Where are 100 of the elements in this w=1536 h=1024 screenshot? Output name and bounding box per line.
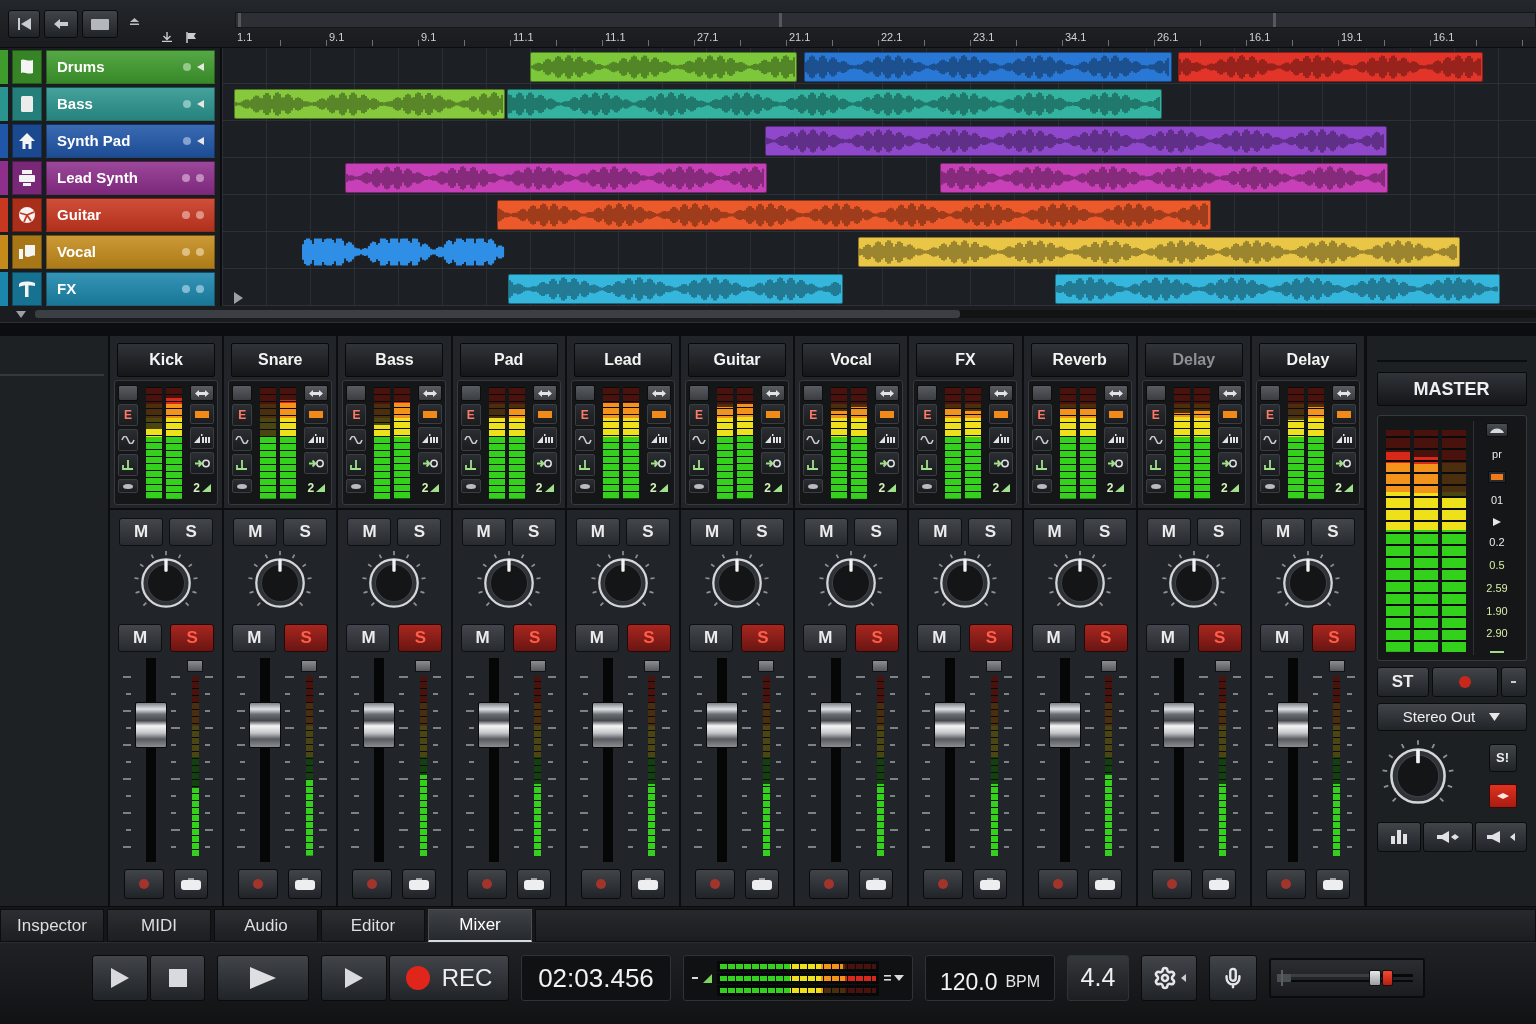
audio-clip[interactable] <box>1178 52 1483 82</box>
audio-clip[interactable] <box>507 89 1162 119</box>
audio-clip[interactable] <box>530 52 797 82</box>
monitor-button[interactable] <box>516 869 551 899</box>
track-header[interactable]: FX <box>46 272 215 306</box>
mute-button[interactable]: M <box>917 624 962 652</box>
speaker-button[interactable] <box>1474 822 1527 852</box>
mute-button[interactable]: M <box>1145 624 1190 652</box>
toggle-button[interactable] <box>346 385 367 401</box>
monitor-button[interactable] <box>174 869 209 899</box>
toggle-button[interactable] <box>1145 385 1166 401</box>
arrow-button[interactable] <box>1217 385 1242 401</box>
audio-clip[interactable] <box>234 89 505 119</box>
monitor-button[interactable] <box>973 869 1008 899</box>
track-header[interactable]: Lead Synth <box>46 161 215 195</box>
stereo-button[interactable]: ST <box>1376 667 1429 697</box>
solo-button[interactable]: S <box>740 518 785 546</box>
output-dropdown[interactable]: Stereo Out <box>1376 703 1527 731</box>
mute-button[interactable]: M <box>232 624 277 652</box>
track-header[interactable]: Drums <box>46 50 215 84</box>
mute-button[interactable]: M <box>119 518 164 546</box>
solo-button[interactable]: S <box>283 518 328 546</box>
mute-button[interactable]: M <box>461 518 506 546</box>
eq-button[interactable]: E <box>460 404 481 426</box>
record-button[interactable] <box>1265 869 1306 899</box>
horizontal-scrollbar[interactable] <box>35 310 1536 318</box>
toggle-button[interactable] <box>574 385 595 401</box>
audio-clip[interactable] <box>804 52 1172 82</box>
eq-button[interactable]: E <box>232 404 253 426</box>
record-button[interactable] <box>1037 869 1078 899</box>
arrow-button[interactable] <box>190 385 215 401</box>
eq-button[interactable]: E <box>574 404 595 426</box>
toggle-button[interactable] <box>1488 784 1517 808</box>
eq-button[interactable]: E <box>917 404 938 426</box>
arrow-button[interactable] <box>532 385 557 401</box>
monitor-button[interactable] <box>288 869 323 899</box>
audio-clip[interactable] <box>940 163 1388 193</box>
mute-button[interactable]: M <box>233 518 278 546</box>
record-button[interactable] <box>1431 667 1498 697</box>
arrow-button[interactable] <box>989 385 1014 401</box>
view-button[interactable] <box>82 10 118 38</box>
fader-handle[interactable] <box>477 702 510 749</box>
mute-button[interactable]: M <box>574 624 619 652</box>
track-header[interactable]: Synth Pad <box>46 124 215 158</box>
speaker-button[interactable] <box>1422 822 1473 852</box>
eq-button[interactable]: E <box>346 404 367 426</box>
solo-button[interactable]: S <box>854 518 899 546</box>
audio-clip[interactable] <box>1055 274 1500 304</box>
play-button[interactable] <box>217 955 309 1001</box>
solo-button[interactable]: S <box>511 518 556 546</box>
solo-button[interactable]: S <box>1082 518 1127 546</box>
mute-button[interactable]: M <box>689 624 734 652</box>
solo-button[interactable]: S <box>1196 518 1241 546</box>
toggle-button[interactable] <box>118 385 139 401</box>
toggle-button[interactable] <box>232 385 253 401</box>
record-button[interactable]: REC <box>389 955 509 1001</box>
toggle-button[interactable] <box>1259 385 1280 401</box>
mute-button[interactable]: M <box>1032 518 1077 546</box>
mute-button[interactable]: M <box>1031 624 1076 652</box>
track-header[interactable]: Guitar <box>46 198 215 232</box>
arrow-button[interactable] <box>304 385 329 401</box>
mute-button[interactable]: M <box>1260 518 1305 546</box>
mute-button[interactable]: M <box>460 624 505 652</box>
volume-slider[interactable] <box>1269 958 1425 998</box>
arrow-button[interactable] <box>646 385 671 401</box>
fader-handle[interactable] <box>934 702 967 749</box>
record-button[interactable] <box>809 869 850 899</box>
fader-handle[interactable] <box>135 702 168 749</box>
record-button[interactable] <box>923 869 964 899</box>
record-button[interactable] <box>124 869 165 899</box>
monitor-button[interactable] <box>1315 869 1350 899</box>
solo-button[interactable]: S <box>397 518 442 546</box>
mute-button[interactable]: M <box>918 518 963 546</box>
monitor-button[interactable] <box>402 869 437 899</box>
tab[interactable]: Inspector <box>0 909 104 942</box>
record-button[interactable] <box>238 869 279 899</box>
solo-safe-button[interactable]: S! <box>1488 744 1517 772</box>
skip-back-button[interactable] <box>8 10 40 38</box>
fader-handle[interactable] <box>1048 702 1081 749</box>
monitor-button[interactable] <box>1087 869 1122 899</box>
meter-button[interactable] <box>1376 822 1421 852</box>
audio-clip[interactable] <box>345 163 767 193</box>
tab[interactable]: Editor <box>321 909 425 942</box>
record-button[interactable] <box>466 869 507 899</box>
tab[interactable]: Mixer <box>428 909 532 942</box>
solo-button[interactable]: S <box>1310 518 1355 546</box>
toggle-button[interactable] <box>917 385 938 401</box>
eq-button[interactable]: E <box>1031 404 1052 426</box>
solo-button[interactable]: S <box>169 518 214 546</box>
eq-button[interactable]: E <box>118 404 139 426</box>
slider-thumb[interactable] <box>1369 970 1394 986</box>
track-header[interactable]: Bass <box>46 87 215 121</box>
fader-handle[interactable] <box>363 702 396 749</box>
record-button[interactable] <box>695 869 736 899</box>
microphone-button[interactable] <box>1209 955 1257 1001</box>
eq-button[interactable]: E <box>689 404 710 426</box>
arrow-button[interactable] <box>761 385 786 401</box>
fader-handle[interactable] <box>706 702 739 749</box>
arrow-button[interactable] <box>418 385 443 401</box>
mute-button[interactable]: M <box>346 624 391 652</box>
